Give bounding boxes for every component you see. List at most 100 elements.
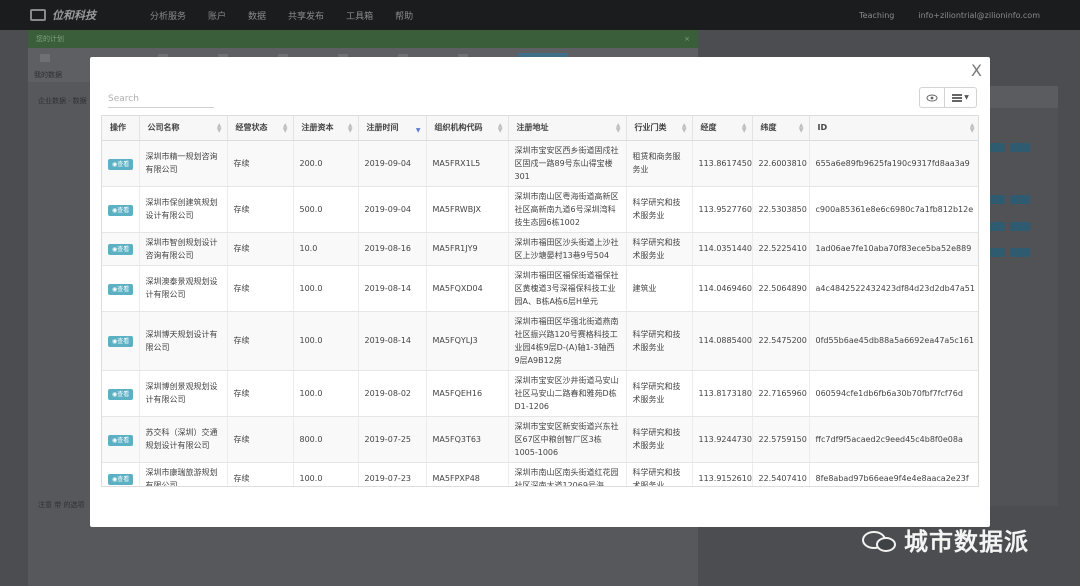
nav-item-account[interactable]: 账户 [208, 9, 226, 22]
column-header-org-code[interactable]: 组织机构代码 ▲ ▼ [426, 116, 509, 141]
view-button[interactable]: ◉查看 [108, 336, 134, 347]
sort-desc-icon: ▼ [415, 127, 421, 134]
id-cell: ffc7df9f5acaed2c9eed45c4b8f0e08a [809, 416, 978, 463]
view-button[interactable]: ◉查看 [108, 434, 134, 446]
toggle-view-button[interactable] [919, 87, 945, 108]
table-header-row: 操作 公司名称 ▲ ▼ 经营状态 ▲ ▼ 注册资本 ▲ ▼ 注册时间 ▼ 组织机构代码 ▲ ▼ 注… [102, 116, 978, 141]
sort-icon: ▲ ▼ [969, 122, 975, 134]
row-action-cell: ◉查看 [102, 186, 140, 233]
column-header-id[interactable]: ID ▲ ▼ [809, 116, 978, 141]
latitude-cell: 22.5407410 [752, 462, 810, 486]
table-row: ◉查看 深圳市保创建筑规划设计有限公司 存续 500.0 2019-09-04 … [102, 186, 978, 233]
logo[interactable]: 位和科技 [30, 7, 130, 23]
address-cell: 深圳市南山区粤海街道高新区社区高新南九道6号深圳湾科技生态园6栋1002 [508, 186, 627, 233]
status-cell: 存续 [227, 370, 294, 417]
column-header-longitude[interactable]: 经度 ▲ ▼ [692, 116, 753, 141]
id-cell: 1ad06ae7fe10aba70f83ece5ba52e889 [809, 232, 978, 266]
column-header-reg-date[interactable]: 注册时间 ▼ [358, 116, 427, 141]
industry-cell: 租赁和商务服务业 [626, 140, 693, 187]
longitude-cell: 113.8617450 [692, 140, 753, 187]
top-nav: 位和科技 分析服务 账户 数据 共享发布 工具箱 帮助 Teaching inf… [0, 0, 1080, 30]
id-cell: 655a6e89fb9625fa190c9317fd8aa3a9 [809, 140, 978, 187]
table-row: ◉查看 深圳博创景观规划设计有限公司 存续 100.0 2019-08-02 M… [102, 370, 978, 417]
sort-icon: ▲ ▼ [347, 122, 353, 134]
sort-icon: ▲ ▼ [216, 122, 222, 134]
org-code-cell: MA5FQEH16 [426, 370, 509, 417]
longitude-cell: 113.9152610 [692, 462, 753, 486]
column-header-status[interactable]: 经营状态 ▲ ▼ [227, 116, 294, 141]
sort-icon: ▲ ▼ [681, 122, 687, 134]
view-button[interactable]: ◉查看 [108, 158, 134, 170]
column-header-industry[interactable]: 行业门类 ▲ ▼ [626, 116, 693, 141]
view-button-label: 查看 [117, 436, 130, 444]
nav-item-help[interactable]: 帮助 [395, 9, 413, 22]
view-button-label: 查看 [117, 390, 130, 398]
id-cell: c900a85361e8e6c6980c7a1fb812b12e [809, 186, 978, 233]
sort-icon: ▲ ▼ [282, 122, 288, 134]
background-pill [1010, 195, 1030, 204]
table-row: ◉查看 深圳市康瑞旅游规划有限公司 存续 100.0 2019-07-23 MA… [102, 462, 978, 486]
address-cell: 深圳市宝安区新安街道兴东社区67区中粮创智厂区3栋1005-1006 [508, 416, 627, 463]
view-button-label: 查看 [117, 160, 130, 168]
nav-user-email[interactable]: info+ziliontrial@zilioninfo.com [918, 11, 1040, 20]
column-header-label: 公司名称 [147, 123, 180, 133]
capital-cell: 100.0 [293, 370, 359, 417]
sort-icon: ▲ ▼ [615, 122, 621, 134]
nav-item-analysis[interactable]: 分析服务 [150, 9, 186, 22]
background-alert-text: 您的计划 [36, 35, 64, 43]
industry-cell: 科学研究和技术服务业 [626, 370, 693, 417]
status-cell: 存续 [227, 462, 294, 486]
company-name-cell: 深圳博创景观规划设计有限公司 [139, 370, 228, 417]
wechat-bubble [876, 536, 896, 552]
industry-cell: 建筑业 [626, 265, 693, 312]
org-code-cell: MA5FQXD04 [426, 265, 509, 312]
address-cell: 深圳市南山区南头街道红花园社区深南大道12069号海 [508, 462, 627, 486]
view-button-label: 查看 [117, 246, 130, 253]
id-cell: a4c4842522432423df84d23d2db47a51 [809, 265, 978, 312]
eye-icon [926, 94, 938, 101]
industry-cell: 科学研究和技术服务业 [626, 311, 693, 371]
search-input[interactable] [108, 90, 214, 108]
view-button[interactable]: ◉查看 [108, 388, 134, 400]
view-button[interactable]: ◉查看 [108, 283, 134, 295]
column-header-company[interactable]: 公司名称 ▲ ▼ [139, 116, 228, 141]
status-cell: 存续 [227, 416, 294, 463]
view-button-label: 查看 [117, 476, 130, 483]
close-button[interactable]: X [971, 61, 982, 80]
reg-date-cell: 2019-07-25 [358, 416, 427, 463]
background-pill [1010, 143, 1030, 152]
table-row: ◉查看 深圳市精一规划咨询有限公司 存续 200.0 2019-09-04 MA… [102, 140, 978, 187]
latitude-cell: 22.5064890 [752, 265, 810, 312]
status-cell: 存续 [227, 186, 294, 233]
latitude-cell: 22.5475200 [752, 311, 810, 371]
org-code-cell: MA5FQYLJ3 [426, 311, 509, 371]
longitude-cell: 114.0885400 [692, 311, 753, 371]
company-name-cell: 深圳市智创规划设计咨询有限公司 [139, 232, 228, 266]
id-cell: 8fe8abad97b66eae9f4e4e8aaca2e23f [809, 462, 978, 486]
capital-cell: 500.0 [293, 186, 359, 233]
background-toolbar-label: 我的数据 [34, 71, 62, 79]
column-header-label: 注册地址 [516, 123, 549, 133]
column-header-address[interactable]: 注册地址 ▲ ▼ [508, 116, 627, 141]
org-code-cell: MA5FQ3T63 [426, 416, 509, 463]
latitude-cell: 22.7165960 [752, 370, 810, 417]
chevron-down-icon: ▼ [964, 94, 969, 101]
capital-cell: 800.0 [293, 416, 359, 463]
industry-cell: 科学研究和技术服务业 [626, 416, 693, 463]
sort-icon: ▲ ▼ [741, 122, 747, 134]
row-action-cell: ◉查看 [102, 232, 140, 266]
nav-item-data[interactable]: 数据 [248, 9, 266, 22]
view-button-label: 查看 [117, 285, 130, 293]
columns-dropdown-button[interactable]: ▼ [945, 87, 977, 108]
nav-teaching[interactable]: Teaching [859, 11, 894, 20]
reg-date-cell: 2019-08-14 [358, 311, 427, 371]
view-button[interactable]: ◉查看 [108, 474, 134, 485]
view-button[interactable]: ◉查看 [108, 204, 134, 216]
view-button[interactable]: ◉查看 [108, 244, 134, 255]
column-header-capital[interactable]: 注册资本 ▲ ▼ [293, 116, 359, 141]
company-name-cell: 深圳澳泰景观规划设计有限公司 [139, 265, 228, 312]
nav-item-share[interactable]: 共享发布 [288, 9, 324, 22]
column-header-latitude[interactable]: 纬度 ▲ ▼ [752, 116, 810, 141]
address-cell: 深圳市宝安区沙井街道马安山社区马安山二路春和雅苑D栋D1-1206 [508, 370, 627, 417]
nav-item-toolbox[interactable]: 工具箱 [346, 9, 373, 22]
